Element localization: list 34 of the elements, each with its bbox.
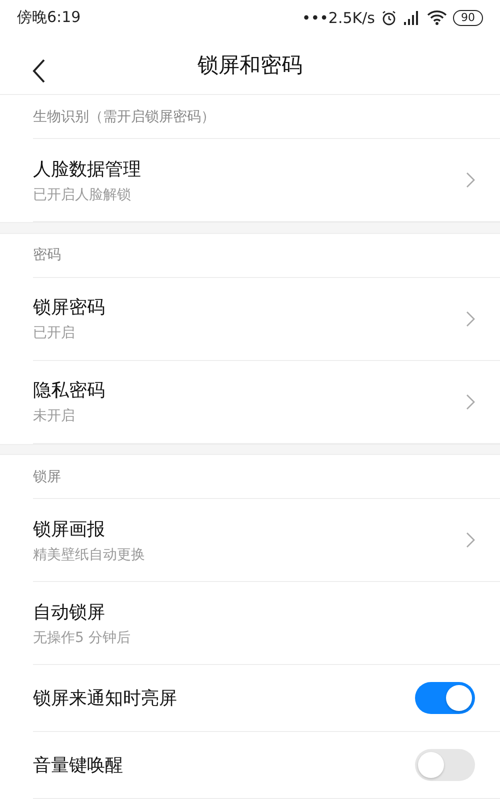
- section-header: 密码: [33, 246, 61, 264]
- settings-row[interactable]: 锁屏来通知时亮屏: [33, 665, 500, 732]
- settings-row[interactable]: 自动锁屏 无操作5 分钟后: [33, 582, 500, 666]
- chevron-icon: [466, 394, 475, 410]
- row-title: 自动锁屏: [33, 600, 106, 624]
- row-title: 锁屏密码: [33, 296, 105, 320]
- row-title: 锁屏画报: [33, 518, 106, 541]
- chevron-icon: [466, 310, 475, 327]
- row-subtitle: 未开启: [33, 407, 76, 426]
- row-subtitle: 已开启: [33, 324, 76, 342]
- wifi-icon: [427, 10, 447, 26]
- row-title: 音量键唤醒: [33, 754, 123, 778]
- chevron-icon: [466, 172, 475, 188]
- signal-icon: [403, 10, 421, 25]
- row-subtitle: 无操作5 分钟后: [33, 628, 130, 647]
- network-speed: •••2.5K/s: [302, 8, 375, 27]
- settings-row[interactable]: 音量键唤醒: [33, 732, 500, 799]
- row-title: 隐私密码: [33, 379, 105, 402]
- status-time: 傍晚6:19: [17, 8, 81, 28]
- settings-row[interactable]: 锁屏密码 已开启: [33, 278, 500, 361]
- alarm-icon: [381, 10, 397, 26]
- battery-indicator: 90: [453, 10, 483, 26]
- page-title: 锁屏和密码: [198, 52, 302, 79]
- section-header: 生物识别（需开启锁屏密码）: [33, 108, 215, 126]
- row-subtitle: 精美壁纸自动更换: [33, 546, 145, 564]
- row-title: 人脸数据管理: [33, 158, 141, 181]
- row-subtitle: 已开启人脸解锁: [33, 186, 132, 204]
- settings-row[interactable]: 锁屏画报 精美壁纸自动更换: [33, 499, 500, 582]
- toggle-switch[interactable]: [415, 749, 475, 782]
- section-header: 锁屏: [33, 468, 61, 486]
- chevron-icon: [466, 532, 475, 548]
- row-title: 锁屏来通知时亮屏: [33, 687, 177, 710]
- back-icon[interactable]: [32, 59, 46, 84]
- toggle-switch[interactable]: [415, 682, 475, 714]
